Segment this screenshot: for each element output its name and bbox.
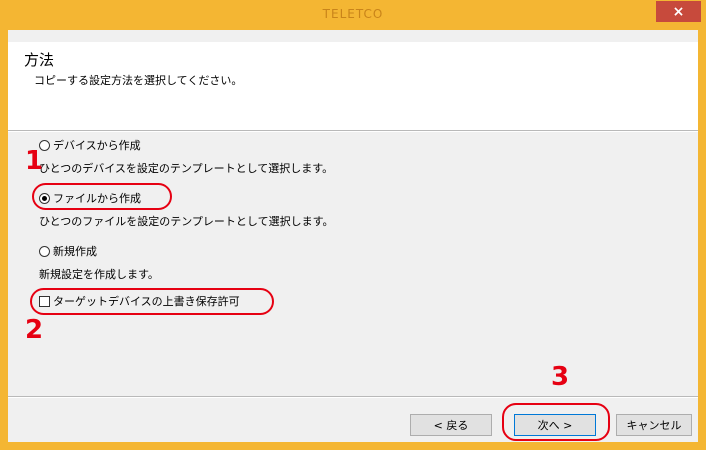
option-new[interactable]: 新規作成 xyxy=(39,243,97,259)
page-title: 方法 xyxy=(24,51,55,69)
title-bar[interactable]: TELETCO × xyxy=(0,0,706,30)
back-button[interactable]: < 戻る xyxy=(410,414,492,436)
cancel-button[interactable]: キャンセル xyxy=(616,414,692,436)
close-icon: × xyxy=(672,3,685,20)
footer-divider-highlight xyxy=(8,397,698,398)
page-subtitle: コピーする設定方法を選択してください。 xyxy=(34,74,243,87)
dialog-window: TELETCO × 方法 コピーする設定方法を選択してください。 デバイスから作… xyxy=(0,0,706,450)
callout-highlight-overwrite xyxy=(30,288,274,315)
window-title: TELETCO xyxy=(322,7,384,21)
dialog-body: 方法 コピーする設定方法を選択してください。 デバイスから作成 ひとつのデバイス… xyxy=(8,30,698,442)
close-button[interactable]: × xyxy=(656,1,701,22)
step-number-1: 1 xyxy=(25,146,44,176)
option-from-device[interactable]: デバイスから作成 xyxy=(39,137,141,153)
page-header: 方法 コピーする設定方法を選択してください。 xyxy=(8,42,698,130)
radio-new[interactable] xyxy=(39,245,50,257)
option-description: ひとつのデバイスを設定のテンプレートとして選択します。 xyxy=(39,162,334,175)
header-divider-highlight xyxy=(8,131,698,132)
option-label: デバイスから作成 xyxy=(53,139,141,152)
option-label: 新規作成 xyxy=(53,245,97,258)
step-number-2: 2 xyxy=(25,315,44,345)
option-description: ひとつのファイルを設定のテンプレートとして選択します。 xyxy=(39,215,334,228)
option-description: 新規設定を作成します。 xyxy=(39,268,159,281)
callout-highlight-next xyxy=(502,403,610,441)
step-number-3: 3 xyxy=(551,362,570,392)
callout-highlight-file-option xyxy=(32,183,172,210)
